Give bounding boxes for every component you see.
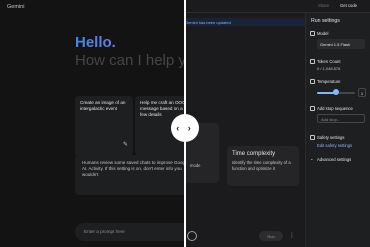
stop-sequence-icon bbox=[310, 106, 315, 111]
safety-label: Safety settings bbox=[317, 135, 345, 140]
app-title: Gemini bbox=[7, 4, 25, 10]
run-button[interactable]: Run bbox=[259, 231, 283, 241]
temperature-label: Temperature bbox=[317, 79, 341, 84]
hello-text: Hello. bbox=[75, 34, 185, 51]
gemini-pane: Gemini Hello. How can I help you Create … bbox=[0, 0, 185, 247]
model-label: Model bbox=[317, 31, 329, 36]
card-text: Create an image of an intergalactic even… bbox=[80, 100, 126, 111]
stop-sequence-label: Add stop sequence bbox=[317, 106, 353, 111]
ai-studio-pane: Share Get code Gemini has been updated m… bbox=[185, 0, 370, 247]
share-button[interactable]: Share bbox=[318, 3, 329, 8]
studio-main: mode Time complexity Identify the time c… bbox=[185, 27, 305, 247]
model-icon bbox=[310, 31, 315, 36]
suggestion-card-time-complexity[interactable]: Time complexity Identify the time comple… bbox=[227, 146, 299, 186]
temperature-slider-thumb[interactable] bbox=[333, 89, 339, 95]
greeting: Hello. How can I help you bbox=[75, 34, 185, 69]
advanced-settings[interactable]: Advanced settings bbox=[317, 157, 351, 162]
help-text: How can I help you bbox=[75, 52, 185, 69]
edit-safety-link[interactable]: Edit safety settings bbox=[317, 143, 352, 148]
prompt-input[interactable]: Enter a prompt here bbox=[75, 223, 185, 241]
temperature-value[interactable]: 1 bbox=[358, 88, 366, 97]
token-count-label: Token Count bbox=[317, 59, 341, 64]
get-code-button[interactable]: Get code bbox=[340, 3, 357, 8]
chevron-down-icon[interactable]: ⌄ bbox=[310, 156, 314, 161]
privacy-disclaimer: Humans review some saved chats to improv… bbox=[75, 155, 185, 195]
suggestion-card-image[interactable]: Create an image of an intergalactic even… bbox=[75, 96, 133, 156]
card-title: Time complexity bbox=[232, 151, 276, 157]
safety-icon bbox=[310, 135, 315, 140]
token-icon bbox=[310, 59, 315, 64]
token-count-value: 0 / 1,048,576 bbox=[317, 66, 341, 71]
stop-sequence-input[interactable]: Add stop... bbox=[317, 114, 365, 123]
card-text: Identify the time complexity of a functi… bbox=[232, 160, 291, 171]
add-media-icon[interactable] bbox=[187, 231, 197, 241]
update-banner: Gemini has been updated bbox=[185, 18, 305, 26]
compare-slider-handle[interactable]: ‹ › bbox=[171, 114, 199, 142]
edit-icon: ✎ bbox=[122, 142, 128, 149]
temperature-icon bbox=[310, 79, 315, 84]
panel-title: Run settings bbox=[311, 18, 340, 24]
top-bar: Share Get code bbox=[185, 0, 370, 13]
model-select[interactable]: Gemini 1.5 Flash bbox=[317, 39, 365, 49]
card-text: mode bbox=[190, 163, 201, 168]
more-options-icon[interactable]: ⋮ bbox=[289, 232, 295, 239]
